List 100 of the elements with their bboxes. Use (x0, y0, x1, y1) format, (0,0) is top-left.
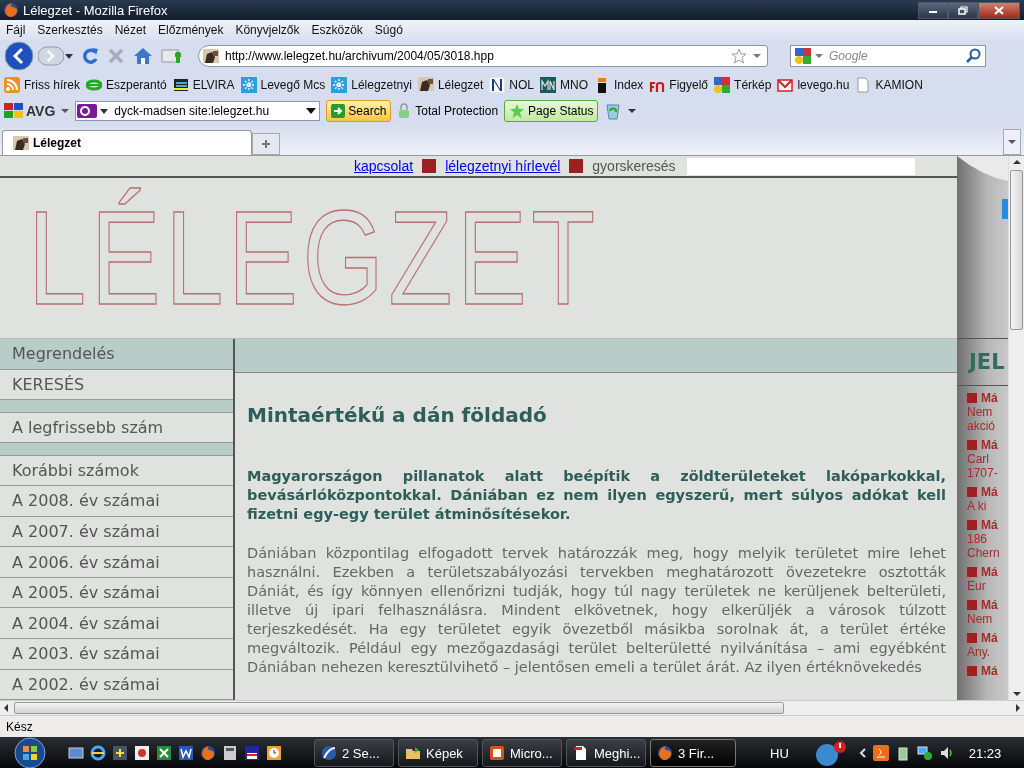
taskbar-button[interactable]: Micro... (482, 739, 562, 767)
tab[interactable]: Lélegzet (2, 130, 252, 155)
side-item-title[interactable]: Má (981, 598, 998, 612)
clock[interactable]: 21:23 (968, 745, 1002, 761)
toolbar-item[interactable]: Total Protection (397, 103, 499, 119)
floppy-icon[interactable] (244, 745, 260, 761)
side-item-title[interactable]: Má (981, 438, 998, 452)
quick-search-field[interactable] (686, 157, 915, 175)
menu-item[interactable]: Fájl (0, 23, 32, 37)
side-item-title[interactable]: Má (981, 518, 998, 532)
close-button[interactable] (978, 1, 1020, 19)
menu-item[interactable]: Előzmények (152, 23, 230, 37)
side-item-title[interactable]: Má (981, 485, 998, 499)
address-field[interactable]: http://www.lelegzet.hu/archivum/2004/05/3018.hpp (198, 45, 768, 67)
bookmark-item[interactable]: Index (594, 77, 644, 93)
desktop-icon[interactable] (68, 745, 84, 761)
search-button[interactable]: Search (326, 100, 392, 122)
restore-button[interactable] (948, 1, 978, 19)
firefox-icon (3, 2, 19, 18)
photo-icon (417, 77, 434, 93)
ring-icon (86, 77, 102, 93)
bookmark-item[interactable]: Eszperantó (86, 77, 167, 93)
folder-icon (405, 745, 421, 761)
bookmark-item[interactable]: Térkép (714, 77, 772, 93)
taskbar-button[interactable]: Képek (398, 739, 478, 767)
spreadsheet-icon[interactable] (156, 745, 172, 761)
bookmark-item[interactable]: Lélegzetnyi (331, 77, 412, 93)
language-indicator[interactable]: HU (770, 745, 789, 761)
bookmark-item[interactable]: Figyelő (649, 77, 709, 93)
side-item-title[interactable]: Má (981, 631, 998, 645)
bookmark-item[interactable]: NOL (489, 77, 534, 93)
dropdown-arrow-icon[interactable] (64, 52, 74, 60)
restore-icon (958, 5, 968, 15)
feed-icon (4, 77, 20, 93)
square-bullet (967, 393, 977, 403)
menu-item[interactable]: Szerkesztés (31, 23, 109, 37)
dropdown-arrow-icon[interactable] (628, 108, 637, 114)
mail-icon (777, 77, 794, 93)
taskbar-button[interactable]: 3 Fir... (650, 739, 736, 767)
menu-item[interactable]: Eszközök (305, 23, 369, 37)
train-icon (172, 77, 189, 93)
clock-icon[interactable] (266, 745, 282, 761)
menu-item[interactable]: Nézet (108, 23, 153, 37)
banner-mark (1002, 199, 1008, 219)
side-item-text: 1707- (967, 466, 998, 480)
taskbar-button[interactable]: 2 Se... (314, 739, 394, 767)
feather-icon (321, 745, 337, 761)
page-status-button[interactable]: Page Status (504, 100, 599, 122)
bookmark-item[interactable]: MNO (540, 77, 588, 93)
network-icon[interactable] (916, 745, 933, 761)
app-icon[interactable] (872, 745, 889, 761)
bookmark-item[interactable]: Levegő Mcs (240, 77, 326, 93)
bookmark-item[interactable]: ELVIRA (172, 77, 235, 93)
square-bullet (967, 520, 977, 530)
tab-list-button[interactable] (1003, 129, 1021, 155)
link[interactable]: kapcsolat (354, 158, 414, 174)
search-field[interactable]: Google (827, 48, 961, 64)
avg-menu[interactable]: AVG (4, 102, 56, 120)
search-icon[interactable] (965, 48, 981, 64)
side-item-title[interactable]: Má (981, 664, 998, 678)
reload-icon[interactable] (80, 46, 100, 66)
star-icon[interactable] (731, 48, 747, 64)
speaker-icon[interactable] (938, 745, 955, 761)
side-item-text: Nem (967, 405, 993, 419)
vertical-scrollbar[interactable] (1008, 156, 1024, 700)
page-icon (855, 77, 872, 93)
menu-item[interactable]: Könyvjelzők (229, 23, 306, 37)
side-item-text: Chern (967, 546, 1000, 560)
document-icon[interactable] (178, 745, 194, 761)
minimize-button[interactable] (918, 1, 948, 19)
app-icon[interactable] (134, 745, 150, 761)
firefox-icon[interactable] (200, 745, 216, 761)
bookmark-item[interactable]: Lélegzet (417, 77, 484, 93)
scrollbar-thumb[interactable] (1010, 170, 1023, 330)
browser-icon[interactable] (90, 745, 106, 761)
bookmark-item[interactable]: levego.hu (777, 77, 850, 93)
side-item-title[interactable]: Má (981, 391, 998, 405)
nav-item[interactable]: Megrendelés (0, 339, 233, 370)
side-item-text: akció (967, 419, 995, 433)
bookmark-item[interactable]: Friss hírek (4, 77, 80, 93)
taskbar-button[interactable]: Meghi... (566, 739, 646, 767)
new-tab-button[interactable] (252, 133, 280, 155)
bookmark-item[interactable]: KAMION (855, 77, 923, 93)
search-label: gyorskeresés (592, 158, 676, 174)
side-item-text: 186 (967, 532, 988, 546)
home-icon[interactable] (132, 46, 154, 66)
search-bar[interactable]: Google (790, 45, 986, 67)
toolbar-search-field[interactable]: dyck-madsen site:lelegzet.hu (75, 101, 321, 121)
link[interactable]: lélegzetnyi hírlevél (445, 158, 561, 174)
side-item-title[interactable]: Má (981, 565, 998, 579)
calculator-icon[interactable] (222, 745, 238, 761)
app-icon[interactable] (112, 745, 128, 761)
chevron-left-icon[interactable] (858, 748, 867, 758)
presentation-icon (489, 745, 505, 761)
side-item-text: Eur (967, 579, 986, 593)
site-photo-icon (203, 49, 219, 63)
status-text: Kész (0, 715, 1024, 737)
scrollbar-thumb[interactable] (14, 702, 784, 714)
menu-item[interactable]: Súgó (368, 23, 409, 37)
horizontal-scrollbar[interactable] (0, 700, 1024, 715)
